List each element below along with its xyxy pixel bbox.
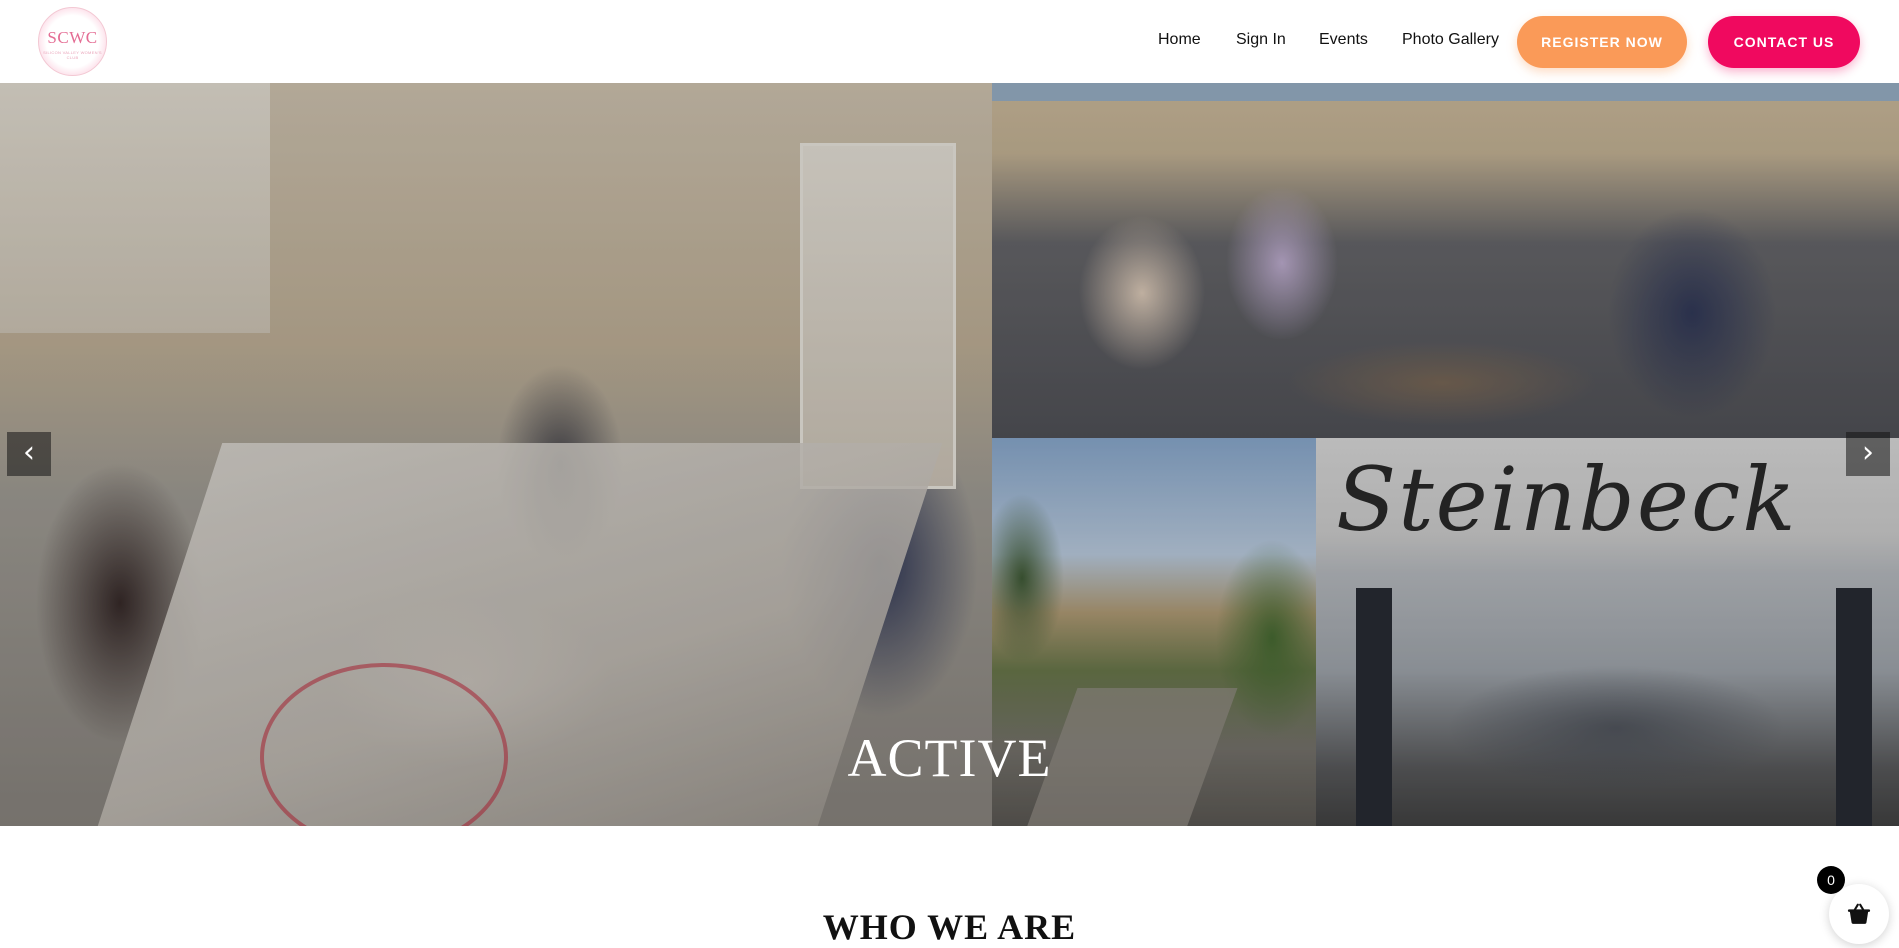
slider-prev-button[interactable]: ‹ bbox=[7, 432, 51, 476]
nav-photo-gallery[interactable]: Photo Gallery bbox=[1402, 31, 1499, 49]
basket-icon bbox=[1847, 903, 1871, 924]
chevron-right-icon: › bbox=[1862, 435, 1874, 470]
site-header: SCWC SILICON VALLEY WOMEN'S CLUB Home Si… bbox=[0, 0, 1899, 83]
hero-caption: ACTIVE bbox=[847, 728, 1052, 788]
nav-sign-in[interactable]: Sign In bbox=[1236, 31, 1286, 49]
contact-us-button[interactable]: CONTACT US bbox=[1708, 16, 1860, 68]
cart-count-badge: 0 bbox=[1817, 866, 1845, 894]
logo-subtext: SILICON VALLEY WOMEN'S CLUB bbox=[43, 50, 102, 60]
logo-text: SCWC bbox=[47, 28, 98, 47]
cart-button[interactable] bbox=[1829, 884, 1889, 944]
chevron-left-icon: ‹ bbox=[23, 435, 35, 470]
hero-slider: Steinbeck ACTIVE ‹ › bbox=[0, 83, 1899, 826]
nav-home[interactable]: Home bbox=[1158, 31, 1201, 49]
register-now-button[interactable]: REGISTER NOW bbox=[1517, 16, 1687, 68]
site-logo[interactable]: SCWC SILICON VALLEY WOMEN'S CLUB bbox=[38, 7, 107, 76]
section-title-who-we-are: WHO WE ARE bbox=[822, 906, 1077, 947]
hero-overlay bbox=[0, 83, 1899, 826]
slider-next-button[interactable]: › bbox=[1846, 432, 1890, 476]
nav-events[interactable]: Events bbox=[1319, 31, 1368, 49]
